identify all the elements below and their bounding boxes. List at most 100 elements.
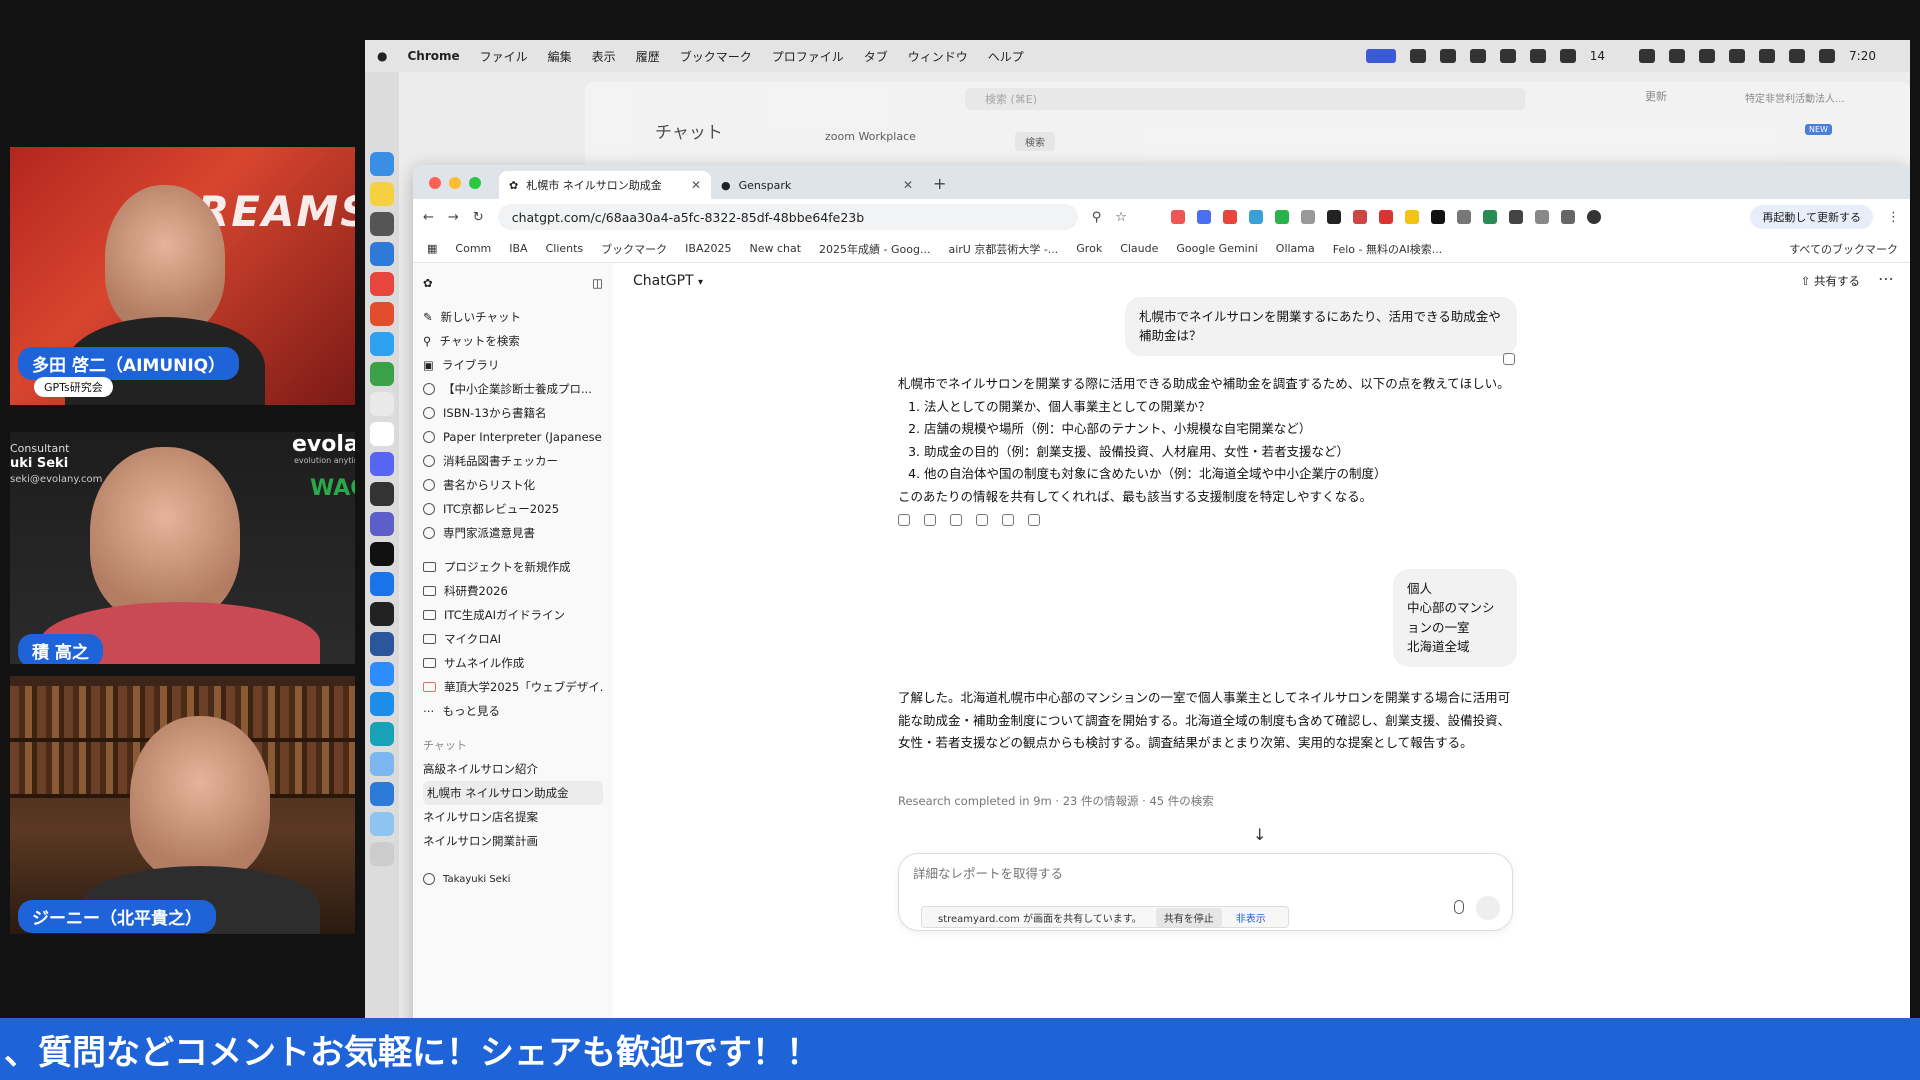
zoom-update-button[interactable]: 更新 bbox=[1645, 88, 1667, 104]
apple-icon[interactable]: ● bbox=[377, 49, 387, 63]
bookmark-item[interactable]: Google Gemini bbox=[1176, 242, 1257, 255]
menu-help[interactable]: ヘルプ bbox=[988, 48, 1024, 65]
close-tab-icon[interactable]: ✕ bbox=[903, 178, 913, 192]
sidebar-search-chats[interactable]: ⚲ チャットを検索 bbox=[423, 329, 603, 353]
tab-active[interactable]: ✿ 札幌市 ネイルサロン助成金 ✕ bbox=[499, 171, 711, 199]
folder-icon[interactable] bbox=[370, 752, 394, 776]
menu-extra-icon[interactable] bbox=[1439, 49, 1456, 63]
share-icon[interactable] bbox=[1002, 514, 1014, 526]
minimize-window-icon[interactable] bbox=[449, 177, 461, 189]
sidebar-new-chat[interactable]: ✎ 新しいチャット bbox=[423, 305, 603, 329]
sidebar-project[interactable]: 科研費2026 bbox=[423, 579, 603, 603]
bookmark-item[interactable]: Felo - 無料のAI検索... bbox=[1333, 241, 1443, 257]
sidebar-project[interactable]: マイクロAI bbox=[423, 627, 603, 651]
zoom-search-field[interactable]: 検索 bbox=[1015, 132, 1055, 151]
app-icon[interactable] bbox=[370, 782, 394, 806]
app-icon[interactable] bbox=[370, 242, 394, 266]
app-icon[interactable] bbox=[370, 212, 394, 236]
voice-mode-button[interactable] bbox=[1476, 896, 1500, 920]
sidebar-project[interactable]: 華頂大学2025「ウェブデザイ... bbox=[423, 675, 603, 699]
extension-icon[interactable] bbox=[1274, 210, 1289, 224]
sidebar-chat[interactable]: ネイルサロン開業計画 bbox=[423, 829, 603, 853]
chrome-icon[interactable] bbox=[370, 272, 394, 296]
scroll-down-icon[interactable]: ↓ bbox=[1253, 825, 1266, 844]
extension-icon[interactable] bbox=[1248, 210, 1263, 224]
calendar-icon[interactable] bbox=[370, 422, 394, 446]
microphone-icon[interactable] bbox=[1454, 900, 1464, 914]
regenerate-icon[interactable] bbox=[1028, 514, 1040, 526]
sidebar-chat-selected[interactable]: 札幌市 ネイルサロン助成金 bbox=[423, 781, 603, 805]
extension-icon[interactable] bbox=[1508, 210, 1523, 224]
sidebar-gpt[interactable]: ISBN-13から書籍名 bbox=[423, 401, 603, 425]
hide-notice-button[interactable]: 非表示 bbox=[1236, 910, 1266, 925]
trash-icon[interactable] bbox=[370, 842, 394, 866]
extension-icon[interactable] bbox=[1378, 210, 1393, 224]
discord-icon[interactable] bbox=[370, 452, 394, 476]
extension-icon[interactable] bbox=[1534, 210, 1549, 224]
finder-icon[interactable] bbox=[370, 152, 394, 176]
menu-extra-icon[interactable] bbox=[1559, 49, 1576, 63]
sidebar-gpt[interactable]: 専門家派遣意見書 bbox=[423, 521, 603, 545]
address-bar[interactable]: chatgpt.com/c/68aa30a4-a5fc-8322-85df-48… bbox=[497, 204, 1078, 230]
close-tab-icon[interactable]: ✕ bbox=[691, 178, 701, 192]
tab-genspark[interactable]: ● Genspark ✕ bbox=[711, 171, 923, 199]
extension-icon[interactable] bbox=[1222, 210, 1237, 224]
sidebar-more[interactable]: ⋯ もっと見る bbox=[423, 699, 603, 723]
prompt-input[interactable] bbox=[913, 866, 1393, 881]
bookmark-item[interactable]: New chat bbox=[749, 242, 801, 255]
teams-icon[interactable] bbox=[370, 512, 394, 536]
chatgpt-icon[interactable] bbox=[370, 482, 394, 506]
sidebar-project[interactable]: ITC生成AIガイドライン bbox=[423, 603, 603, 627]
zoom-lens-icon[interactable]: ⚲ bbox=[1092, 210, 1102, 225]
zoom-icon[interactable] bbox=[370, 662, 394, 686]
apps-grid-icon[interactable]: ▦ bbox=[427, 242, 437, 255]
todo-icon[interactable] bbox=[370, 302, 394, 326]
notification-count[interactable]: 14 bbox=[1590, 49, 1605, 63]
menu-file[interactable]: ファイル bbox=[480, 48, 528, 65]
bookmark-item[interactable]: Comm bbox=[455, 242, 491, 255]
notes-icon[interactable] bbox=[370, 182, 394, 206]
dropbox-icon[interactable] bbox=[1529, 49, 1546, 63]
menu-extra-icon[interactable] bbox=[1639, 49, 1656, 63]
forward-icon[interactable]: → bbox=[448, 210, 459, 225]
app-icon[interactable] bbox=[370, 572, 394, 596]
menu-extra-icon[interactable] bbox=[1409, 49, 1426, 63]
thumbs-up-icon[interactable] bbox=[924, 514, 936, 526]
kebab-menu-icon[interactable]: ⋮ bbox=[1887, 210, 1900, 225]
model-selector[interactable]: ChatGPT ▾ bbox=[633, 273, 703, 289]
sidebar-gpt[interactable]: Paper Interpreter (Japanese) bbox=[423, 425, 603, 449]
mail-icon[interactable] bbox=[370, 332, 394, 356]
all-bookmarks[interactable]: すべてのブックマーク bbox=[1789, 241, 1898, 257]
close-sidebar-icon[interactable]: ◫ bbox=[592, 276, 603, 290]
bluetooth-icon[interactable] bbox=[1669, 49, 1686, 63]
screen-share-icon[interactable] bbox=[1365, 49, 1396, 63]
zoom-search[interactable]: 検索 (⌘E) bbox=[965, 88, 1525, 110]
read-aloud-icon[interactable] bbox=[976, 514, 988, 526]
app-icon[interactable] bbox=[370, 362, 394, 386]
bookmark-item[interactable]: airU 京都芸術大学 -... bbox=[948, 241, 1058, 257]
menu-extra-icon[interactable] bbox=[1699, 49, 1716, 63]
new-tab-button[interactable]: + bbox=[933, 174, 946, 193]
relaunch-button[interactable]: 再起動して更新する bbox=[1750, 205, 1873, 229]
app-icon[interactable] bbox=[370, 602, 394, 626]
sidebar-gpt[interactable]: 【中小企業診断士養成プロ... bbox=[423, 377, 603, 401]
bookmark-item[interactable]: 2025年成績 - Goog... bbox=[819, 241, 930, 257]
battery-icon[interactable] bbox=[1729, 49, 1746, 63]
bookmark-item[interactable]: Ollama bbox=[1276, 242, 1315, 255]
menu-profiles[interactable]: プロファイル bbox=[772, 48, 844, 65]
bookmark-item[interactable]: IBA2025 bbox=[685, 242, 731, 255]
extension-icon[interactable] bbox=[1482, 210, 1497, 224]
menu-extra-icon[interactable] bbox=[1499, 49, 1516, 63]
slack-icon[interactable] bbox=[370, 392, 394, 416]
menu-history[interactable]: 履歴 bbox=[636, 48, 660, 65]
sidebar-gpt[interactable]: ITC京都レビュー2025 bbox=[423, 497, 603, 521]
sidebar-chat[interactable]: 高級ネイルサロン紹介 bbox=[423, 757, 603, 781]
clock[interactable]: 7:20 bbox=[1849, 49, 1876, 63]
extension-icon[interactable] bbox=[1456, 210, 1471, 224]
menu-bookmarks[interactable]: ブックマーク bbox=[680, 48, 752, 65]
bookmark-item[interactable]: Claude bbox=[1120, 242, 1158, 255]
share-button[interactable]: ⇧ 共有する bbox=[1801, 273, 1860, 289]
search-icon[interactable] bbox=[1789, 49, 1806, 63]
sidebar-new-project[interactable]: プロジェクトを新規作成 bbox=[423, 555, 603, 579]
folder-icon[interactable] bbox=[370, 812, 394, 836]
